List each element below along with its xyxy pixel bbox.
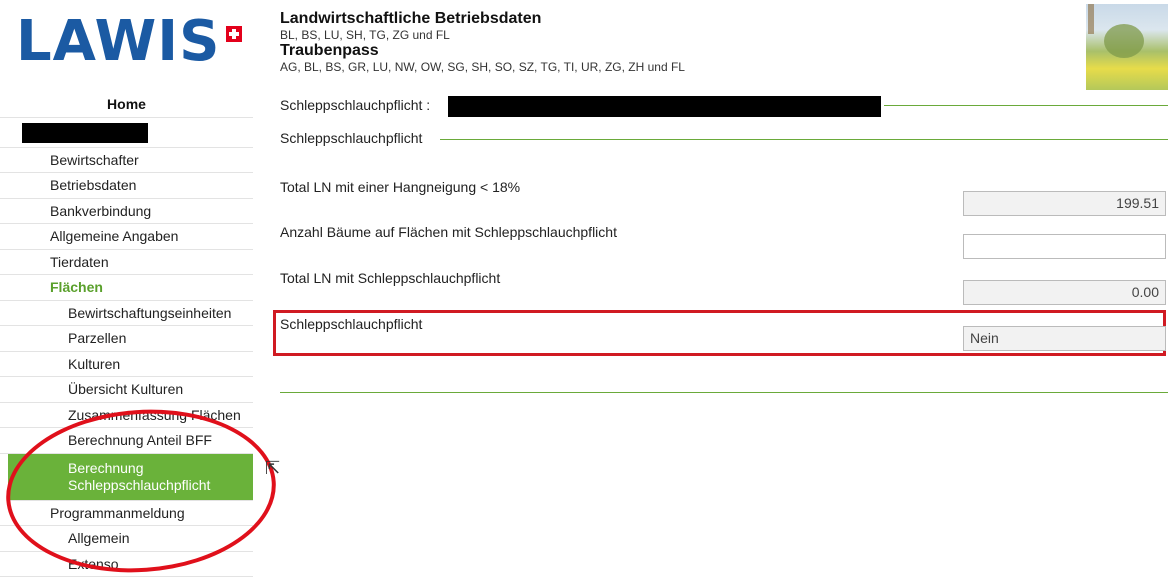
input-anzahl-baeume[interactable] bbox=[963, 234, 1166, 259]
sidebar-item-home[interactable]: Home bbox=[0, 92, 253, 118]
subsection-title: Schleppschlauchpflicht bbox=[280, 130, 423, 146]
label-schleppschlauchpflicht: Schleppschlauchpflicht bbox=[280, 316, 423, 332]
sidebar-item-bewirtschaftungseinheiten[interactable]: Bewirtschaftungseinheiten bbox=[0, 301, 253, 326]
sidebar-item-zusammenfassung-flaechen[interactable]: Zusammenfassung Flächen bbox=[0, 403, 253, 428]
redacted-block bbox=[22, 122, 148, 143]
sidebar-item-bankverbindung[interactable]: Bankverbindung bbox=[0, 199, 253, 224]
header-info: Landwirtschaftliche Betriebsdaten BL, BS… bbox=[280, 10, 685, 74]
logo-text: LAWIS bbox=[16, 9, 221, 74]
value-total-ln-schleppschlauch: 0.00 bbox=[963, 280, 1166, 305]
label-total-ln-hangneigung: Total LN mit einer Hangneigung < 18% bbox=[280, 179, 521, 195]
sidebar-item-bewirtschafter[interactable]: Bewirtschafter bbox=[0, 148, 253, 173]
value-schleppschlauchpflicht: Nein bbox=[963, 326, 1166, 351]
lawis-logo[interactable]: LAWIS bbox=[16, 9, 243, 74]
sidebar-item-tierdaten[interactable]: Tierdaten bbox=[0, 250, 253, 275]
active-item-line1: Berechnung bbox=[68, 459, 144, 476]
header-cantons-traubenpass: AG, BL, BS, GR, LU, NW, OW, SG, SH, SO, … bbox=[280, 60, 685, 74]
header-title-betriebsdaten: Landwirtschaftliche Betriebsdaten bbox=[280, 10, 542, 27]
sidebar-item-uebersicht-kulturen[interactable]: Übersicht Kulturen bbox=[0, 377, 253, 403]
sidebar-item-betriebsdaten[interactable]: Betriebsdaten bbox=[0, 173, 253, 199]
sidebar-item-flaechen[interactable]: Flächen bbox=[0, 275, 253, 301]
mouse-cursor-icon: ⇱ bbox=[265, 458, 281, 478]
sidebar-item-allgemein[interactable]: Allgemein bbox=[0, 526, 253, 552]
header-cantons-betriebsdaten: BL, BS, LU, SH, TG, ZG und FL bbox=[280, 28, 450, 42]
sidebar-nav: Home Bewirtschafter Betriebsdaten Bankve… bbox=[0, 92, 253, 577]
sidebar-item-redacted[interactable] bbox=[0, 118, 253, 148]
sidebar-item-extenso[interactable]: Extenso bbox=[0, 552, 253, 577]
subsection-divider bbox=[440, 139, 1168, 140]
label-total-ln-schleppschlauch: Total LN mit Schleppschlauchpflicht bbox=[280, 270, 501, 286]
sidebar-item-programmanmeldung[interactable]: Programmanmeldung bbox=[0, 501, 253, 526]
label-anzahl-baeume: Anzahl Bäume auf Flächen mit Schleppschl… bbox=[280, 224, 617, 240]
section-title: Schleppschlauchpflicht : bbox=[280, 97, 431, 113]
sidebar-item-parzellen[interactable]: Parzellen bbox=[0, 326, 253, 352]
section-divider bbox=[884, 105, 1168, 106]
bottom-divider bbox=[280, 392, 1168, 393]
header-landscape-image bbox=[1086, 4, 1168, 90]
sidebar-item-kulturen[interactable]: Kulturen bbox=[0, 352, 253, 377]
header-title-traubenpass: Traubenpass bbox=[280, 42, 379, 59]
sidebar-item-berechnung-anteil-bff[interactable]: Berechnung Anteil BFF bbox=[0, 428, 253, 454]
swiss-cross-icon bbox=[226, 26, 243, 42]
active-item-line2: Schleppschlauchpflicht bbox=[68, 476, 211, 493]
sidebar-item-allgemeine-angaben[interactable]: Allgemeine Angaben bbox=[0, 224, 253, 250]
redacted-title-block bbox=[448, 96, 881, 117]
sidebar-item-berechnung-schleppschlauchpflicht[interactable]: Berechnung Schleppschlauchpflicht bbox=[8, 453, 253, 501]
value-total-ln-hangneigung: 199.51 bbox=[963, 191, 1166, 216]
